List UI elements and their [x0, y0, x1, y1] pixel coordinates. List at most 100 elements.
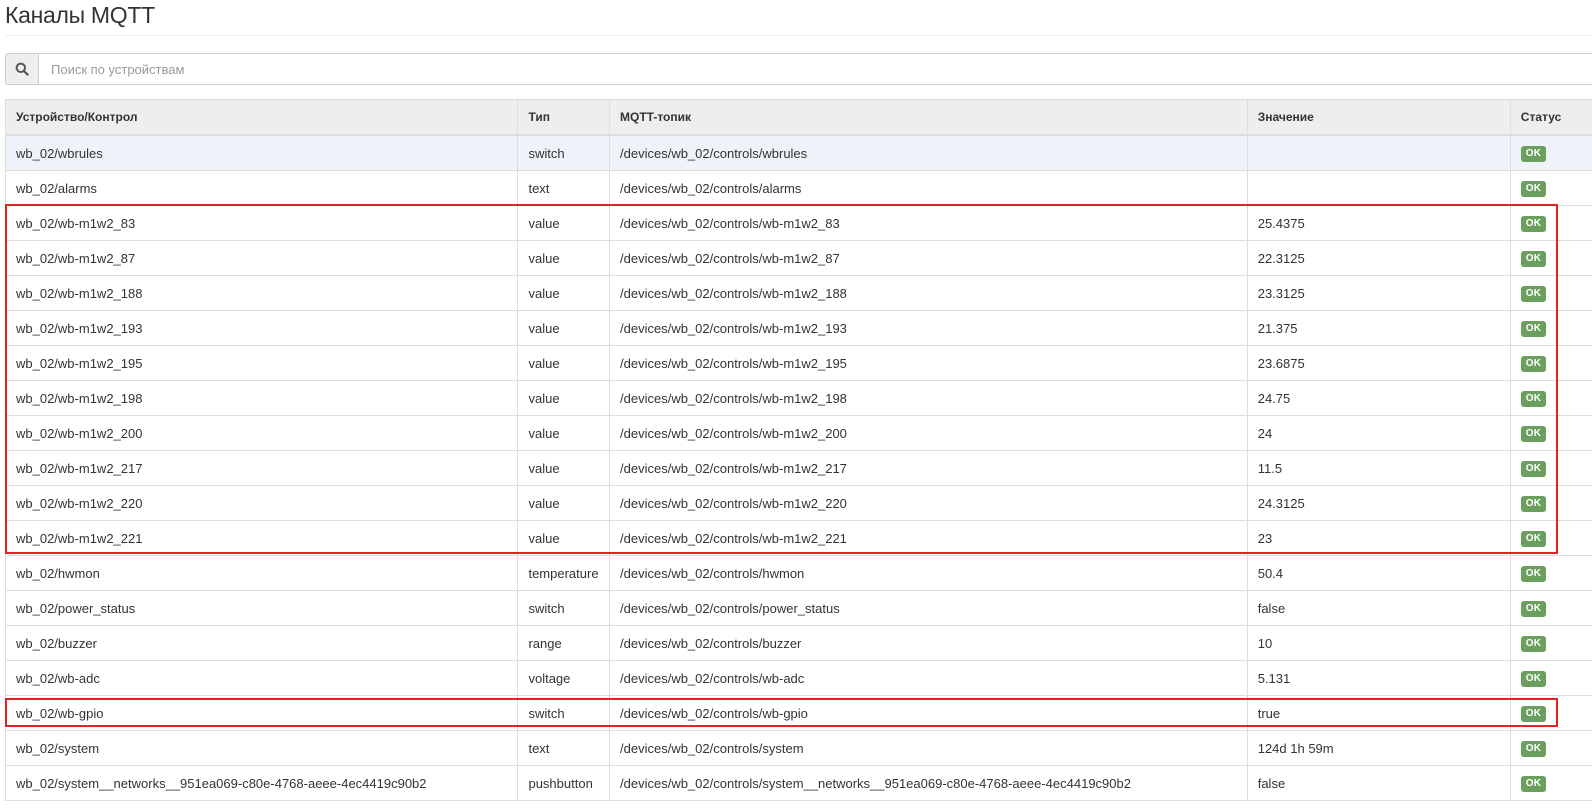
- status-badge: OK: [1520, 146, 1547, 162]
- cell-value: [1246, 134, 1511, 171]
- cell-value: 50.4: [1246, 555, 1511, 591]
- table-row[interactable]: wb_02/wb-m1w2_195 value/devices/wb_02/con…: [4, 345, 1592, 381]
- cell-type: value: [517, 275, 611, 311]
- cell-value: 25.4375: [1246, 205, 1511, 241]
- cell-value: 23.3125: [1246, 275, 1511, 311]
- cell-type: voltage: [517, 660, 611, 696]
- cell-device: wb_02/buzzer: [4, 625, 519, 661]
- header-topic[interactable]: MQTT-топик: [609, 99, 1248, 136]
- cell-status: OK: [1509, 450, 1592, 486]
- status-badge: OK: [1520, 391, 1547, 407]
- table-row[interactable]: wb_02/system text/devices/wb_02/controls/…: [4, 730, 1592, 766]
- cell-device: wb_02/wb-m1w2_188: [4, 275, 519, 311]
- table-row[interactable]: wb_02/wb-m1w2_221 value/devices/wb_02/con…: [4, 520, 1592, 556]
- cell-value: 23: [1246, 520, 1511, 556]
- header-device[interactable]: Устройство/Контрол: [4, 99, 519, 136]
- table-row[interactable]: wb_02/wb-m1w2_193 value/devices/wb_02/con…: [4, 310, 1592, 346]
- table-row[interactable]: wb_02/wb-m1w2_217 value/devices/wb_02/con…: [4, 450, 1592, 486]
- table-header-row: Устройство/Контрол Тип MQTT-топик Значен…: [4, 99, 1592, 136]
- cell-value: 24: [1246, 415, 1511, 451]
- status-badge: OK: [1520, 286, 1547, 302]
- cell-topic: /devices/wb_02/controls/buzzer: [609, 625, 1248, 661]
- search-input[interactable]: [39, 53, 1592, 85]
- table-row[interactable]: wb_02/buzzer range/devices/wb_02/controls…: [4, 625, 1592, 661]
- cell-value: 24.3125: [1246, 485, 1511, 521]
- cell-topic: /devices/wb_02/controls/system__networks…: [609, 765, 1248, 801]
- cell-topic: /devices/wb_02/controls/alarms: [609, 170, 1248, 206]
- table-row[interactable]: wb_02/wb-m1w2_200 value/devices/wb_02/con…: [4, 415, 1592, 451]
- status-badge: OK: [1520, 426, 1547, 442]
- cell-value: 21.375: [1246, 310, 1511, 346]
- cell-status: OK: [1509, 205, 1592, 241]
- cell-type: value: [517, 345, 611, 381]
- table-row[interactable]: wb_02/wb-m1w2_198 value/devices/wb_02/con…: [4, 380, 1592, 416]
- status-badge: OK: [1520, 531, 1547, 547]
- cell-device: wb_02/wb-gpio: [4, 695, 519, 731]
- cell-type: pushbutton: [517, 765, 611, 801]
- cell-type: value: [517, 520, 611, 556]
- status-badge: OK: [1520, 496, 1547, 512]
- cell-device: wb_02/wb-m1w2_83: [4, 205, 519, 241]
- cell-device: wb_02/wb-m1w2_198: [4, 380, 519, 416]
- cell-type: text: [517, 170, 611, 206]
- table-row[interactable]: wb_02/power_status switch/devices/wb_02/c…: [4, 590, 1592, 626]
- cell-status: OK: [1509, 310, 1592, 346]
- status-badge: OK: [1520, 216, 1547, 232]
- cell-value: false: [1246, 590, 1511, 626]
- cell-device: wb_02/wb-m1w2_193: [4, 310, 519, 346]
- cell-status: OK: [1509, 345, 1592, 381]
- status-badge: OK: [1520, 461, 1547, 477]
- channels-table: Устройство/Контрол Тип MQTT-топик Значен…: [4, 99, 1592, 801]
- status-badge: OK: [1520, 251, 1547, 267]
- cell-type: switch: [517, 695, 611, 731]
- table-row[interactable]: wb_02/wb-m1w2_87 value/devices/wb_02/cont…: [4, 240, 1592, 276]
- cell-device: wb_02/wb-m1w2_217: [4, 450, 519, 486]
- cell-status: OK: [1509, 625, 1592, 661]
- cell-type: switch: [517, 134, 611, 171]
- cell-topic: /devices/wb_02/controls/hwmon: [609, 555, 1248, 591]
- table-row[interactable]: wb_02/wbrules switch/devices/wb_02/contro…: [4, 134, 1592, 171]
- cell-status: OK: [1509, 590, 1592, 626]
- cell-topic: /devices/wb_02/controls/wb-m1w2_220: [609, 485, 1248, 521]
- cell-value: 24.75: [1246, 380, 1511, 416]
- cell-status: OK: [1509, 134, 1592, 171]
- cell-type: value: [517, 380, 611, 416]
- cell-topic: /devices/wb_02/controls/system: [609, 730, 1248, 766]
- table-row[interactable]: wb_02/wb-adc voltage/devices/wb_02/contro…: [4, 660, 1592, 696]
- header-value[interactable]: Значение: [1246, 99, 1511, 136]
- table-row[interactable]: wb_02/wb-gpio switch/devices/wb_02/contro…: [4, 695, 1592, 731]
- cell-type: text: [517, 730, 611, 766]
- cell-device: wb_02/wb-m1w2_195: [4, 345, 519, 381]
- header-status[interactable]: Статус: [1509, 99, 1592, 136]
- cell-topic: /devices/wb_02/controls/wb-m1w2_200: [609, 415, 1248, 451]
- cell-device: wb_02/wb-m1w2_87: [4, 240, 519, 276]
- cell-status: OK: [1509, 660, 1592, 696]
- search-bar: [5, 53, 1592, 85]
- cell-topic: /devices/wb_02/controls/wb-m1w2_221: [609, 520, 1248, 556]
- page-title: Каналы MQTT: [5, 2, 155, 28]
- table-row[interactable]: wb_02/alarms text/devices/wb_02/controls/…: [4, 170, 1592, 206]
- cell-type: temperature: [517, 555, 611, 591]
- title-divider: [5, 35, 1592, 36]
- cell-status: OK: [1509, 415, 1592, 451]
- cell-topic: /devices/wb_02/controls/wb-m1w2_195: [609, 345, 1248, 381]
- cell-value: 5.131: [1246, 660, 1511, 696]
- cell-device: wb_02/wb-m1w2_221: [4, 520, 519, 556]
- cell-topic: /devices/wb_02/controls/wb-m1w2_188: [609, 275, 1248, 311]
- status-badge: OK: [1520, 356, 1547, 372]
- cell-type: value: [517, 310, 611, 346]
- table-row[interactable]: wb_02/wb-m1w2_220 value/devices/wb_02/con…: [4, 485, 1592, 521]
- table-row[interactable]: wb_02/hwmon temperature/devices/wb_02/con…: [4, 555, 1592, 591]
- table-row[interactable]: wb_02/wb-m1w2_83 value/devices/wb_02/cont…: [4, 205, 1592, 241]
- cell-value: 10: [1246, 625, 1511, 661]
- search-icon[interactable]: [5, 53, 39, 85]
- status-badge: OK: [1520, 741, 1547, 757]
- cell-status: OK: [1509, 275, 1592, 311]
- cell-type: range: [517, 625, 611, 661]
- cell-topic: /devices/wb_02/controls/wb-m1w2_198: [609, 380, 1248, 416]
- cell-device: wb_02/wb-adc: [4, 660, 519, 696]
- table-row[interactable]: wb_02/system__networks__951ea069-c80e-47…: [4, 765, 1592, 801]
- cell-device: wb_02/power_status: [4, 590, 519, 626]
- table-row[interactable]: wb_02/wb-m1w2_188 value/devices/wb_02/con…: [4, 275, 1592, 311]
- header-type[interactable]: Тип: [517, 99, 611, 136]
